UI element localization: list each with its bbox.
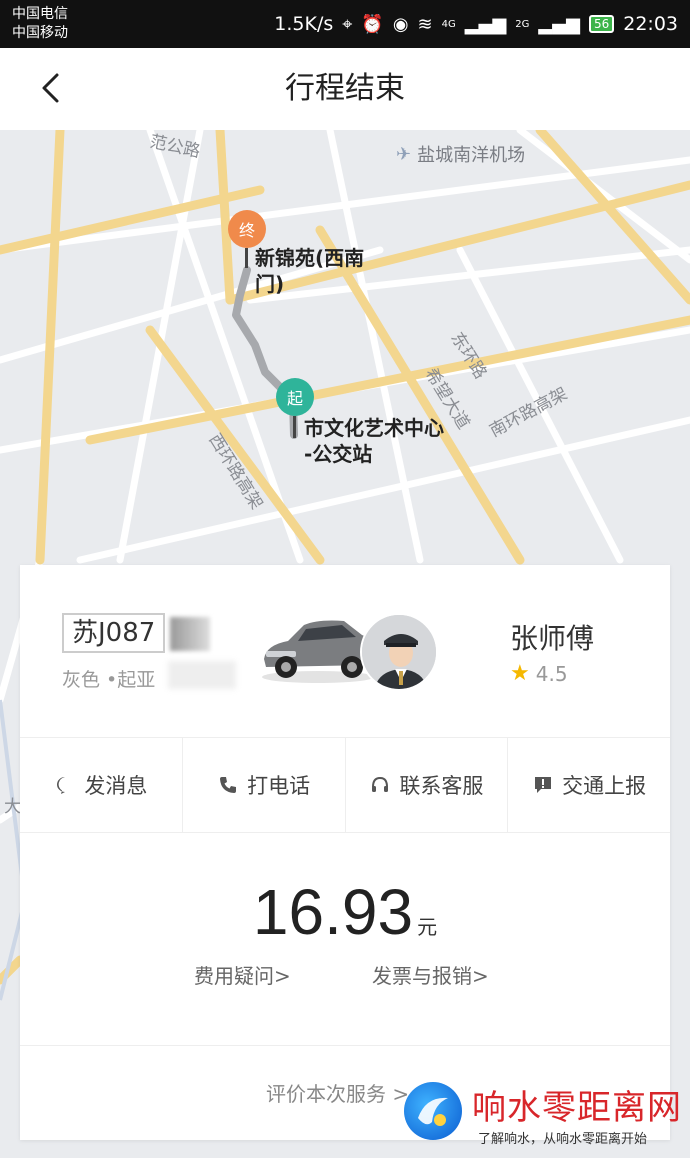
rate-service-button[interactable]: 评价本次服务 > (266, 1078, 409, 1107)
car-description: 灰色 •起亚 (62, 669, 156, 691)
end-pin[interactable]: 终 (228, 210, 266, 248)
battery-indicator: 56 (588, 15, 615, 33)
back-button[interactable] (30, 68, 70, 108)
message-icon (54, 774, 76, 796)
signal-icon: ▂▄▆ (464, 13, 507, 35)
fare-display: 16.93 元 (20, 875, 670, 949)
driver-avatar[interactable] (360, 613, 438, 691)
start-pin-label: 起 (286, 389, 303, 408)
end-place-line2: 门) (255, 272, 285, 296)
call-button[interactable]: 打电话 (183, 738, 346, 832)
start-pin-stem (293, 416, 296, 438)
phone-icon (217, 774, 239, 796)
airplane-icon: ✈ (396, 143, 412, 165)
end-place-label: 新锦苑(西南 门) (255, 245, 364, 297)
traffic-report-button[interactable]: 交通上报 (508, 738, 670, 832)
driver-avatar-icon (362, 615, 436, 689)
eye-icon: ◉ (392, 13, 409, 35)
start-place-label: 市文化艺术中心 -公交站 (304, 415, 444, 467)
page-title: 行程结束 (285, 71, 405, 106)
clock: 22:03 (623, 13, 678, 35)
license-plate: 苏J087 (62, 613, 166, 653)
network-type-2: 2G (515, 18, 530, 30)
contact-support-button[interactable]: 联系客服 (346, 738, 509, 832)
report-icon (532, 774, 554, 796)
airport-label: 盐城南洋机场 (417, 145, 526, 166)
fare-unit: 元 (417, 915, 438, 939)
headset-icon (369, 774, 391, 796)
action-bar: 发消息 打电话 联系客服 交通上报 (20, 737, 670, 833)
road-label-left-edge: 大 (4, 797, 21, 817)
star-icon: ★ (510, 661, 530, 686)
status-bar: 中国电信 中国移动 1.5K/s ⌖ ⏰ ◉ ≋ 4G ▂▄▆ 2G ▂▄▆ 5… (0, 0, 690, 48)
carrier-1: 中国电信 (12, 6, 68, 22)
rating-value: 4.5 (535, 661, 568, 686)
network-speed: 1.5K/s (274, 13, 334, 35)
network-type-1: 4G (441, 18, 456, 30)
contact-support-label: 联系客服 (399, 774, 484, 798)
send-message-button[interactable]: 发消息 (20, 738, 183, 832)
start-pin[interactable]: 起 (276, 378, 314, 416)
airport-marker: ✈ 盐城南洋机场 (396, 141, 525, 167)
watermark-logo-icon (404, 1082, 462, 1140)
signal-icon-2: ▂▄▆ (538, 13, 580, 35)
watermark-subtitle: 了解响水，从响水零距离开始 (478, 1132, 648, 1147)
watermark-title: 响水零距离网 (472, 1088, 682, 1128)
plate-redaction (170, 617, 210, 651)
watermark: 响水零距离网 了解响水，从响水零距离开始 (400, 1078, 690, 1158)
end-place-line1: 新锦苑(西南 (255, 246, 365, 270)
carrier-info: 中国电信 中国移动 (12, 5, 68, 43)
fare-links: 费用疑问> 发票与报销> (20, 960, 670, 990)
start-place-line2: -公交站 (304, 442, 373, 466)
chevron-left-icon (42, 73, 59, 103)
car-info-redaction (168, 661, 236, 689)
location-icon: ⌖ (342, 13, 353, 35)
fare-question-link[interactable]: 费用疑问> (194, 960, 291, 989)
carrier-2: 中国移动 (12, 25, 68, 41)
driver-name: 张师傅 (510, 622, 595, 655)
status-icons: 1.5K/s ⌖ ⏰ ◉ ≋ 4G ▂▄▆ 2G ▂▄▆ 56 22:03 (274, 10, 678, 38)
nav-bar: 行程结束 (0, 48, 690, 130)
fare-amount: 16.93 (252, 876, 414, 948)
send-message-label: 发消息 (84, 774, 148, 798)
call-label: 打电话 (247, 774, 311, 798)
start-place-line1: 市文化艺术中心 (304, 416, 444, 440)
traffic-report-label: 交通上报 (562, 774, 647, 798)
driver-rating: ★ 4.5 (510, 661, 568, 686)
wifi-icon: ≋ (417, 13, 433, 35)
invoice-link[interactable]: 发票与报销> (372, 960, 489, 989)
driver-info: 苏J087 灰色 •起亚 张师傅 ★ 4.5 (20, 565, 670, 737)
alarm-icon: ⏰ (361, 13, 384, 35)
trip-summary-card: 苏J087 灰色 •起亚 张师傅 ★ 4.5 发消息 打电话 联系客服 交通上报… (20, 565, 670, 1140)
end-pin-stem (245, 248, 248, 268)
end-pin-label: 终 (238, 221, 255, 240)
